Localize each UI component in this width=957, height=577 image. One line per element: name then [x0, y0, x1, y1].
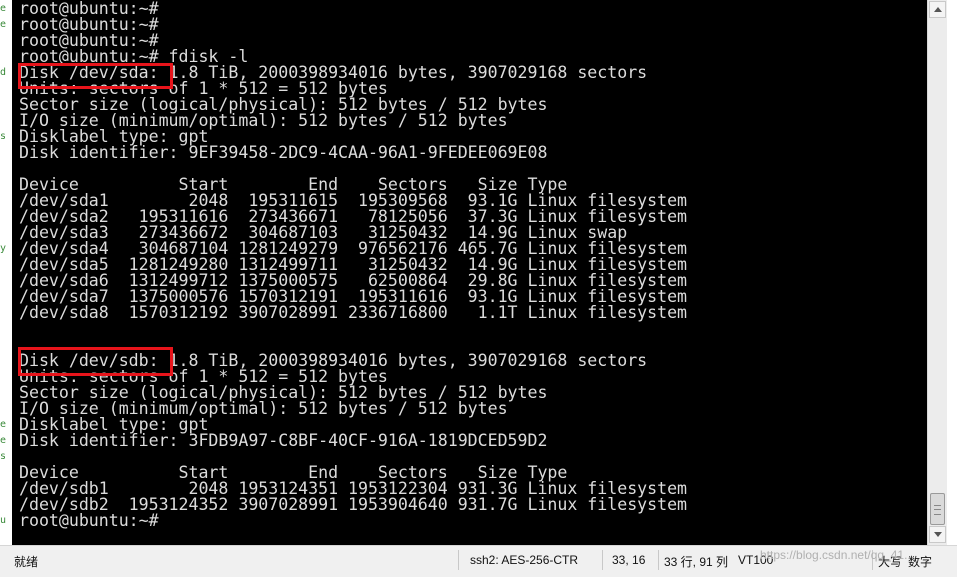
vertical-scrollbar[interactable]: [927, 0, 948, 545]
gutter-glyph: e: [0, 419, 7, 430]
status-row-col: 33 行, 91 列: [664, 555, 729, 569]
gutter-glyph: s: [0, 131, 7, 142]
status-separator: [458, 550, 459, 570]
terminal-screen[interactable]: root@ubuntu:~# root@ubuntu:~# root@ubunt…: [12, 0, 927, 545]
right-gutter: [947, 0, 957, 545]
gutter-glyph: s: [0, 451, 7, 462]
gutter-glyph: d: [0, 67, 7, 78]
scroll-up-button[interactable]: [929, 1, 946, 18]
highlight-box-sdb: [18, 347, 173, 376]
arrow-down-icon: [933, 532, 942, 537]
gutter-glyph: e: [0, 19, 7, 30]
watermark: https://blog.csdn.net/qq_41...: [760, 548, 915, 562]
status-cursor-position: 33, 16: [612, 553, 646, 567]
status-cipher: ssh2: AES-256-CTR: [470, 553, 579, 567]
highlight-box-sda: [18, 63, 173, 89]
arrow-up-icon: [933, 7, 942, 12]
gutter-glyph: u: [0, 515, 7, 526]
grip-icon: [934, 505, 941, 515]
gutter-glyph: e: [0, 435, 7, 446]
scrollbar-thumb[interactable]: [930, 493, 945, 525]
scroll-down-button[interactable]: [929, 526, 946, 543]
status-ready: 就绪: [14, 555, 39, 569]
status-separator: [602, 550, 603, 570]
terminal-window: eedsyeesu root@ubuntu:~# root@ubuntu:~# …: [0, 0, 957, 577]
status-separator: [658, 550, 659, 570]
gutter-glyph: e: [0, 3, 7, 14]
gutter-glyph: y: [0, 243, 7, 254]
left-gutter: eedsyeesu: [0, 0, 12, 545]
